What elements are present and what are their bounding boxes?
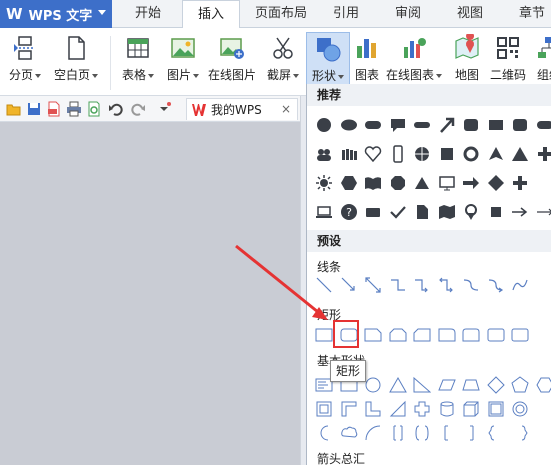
annotation-arrow (0, 0, 551, 465)
